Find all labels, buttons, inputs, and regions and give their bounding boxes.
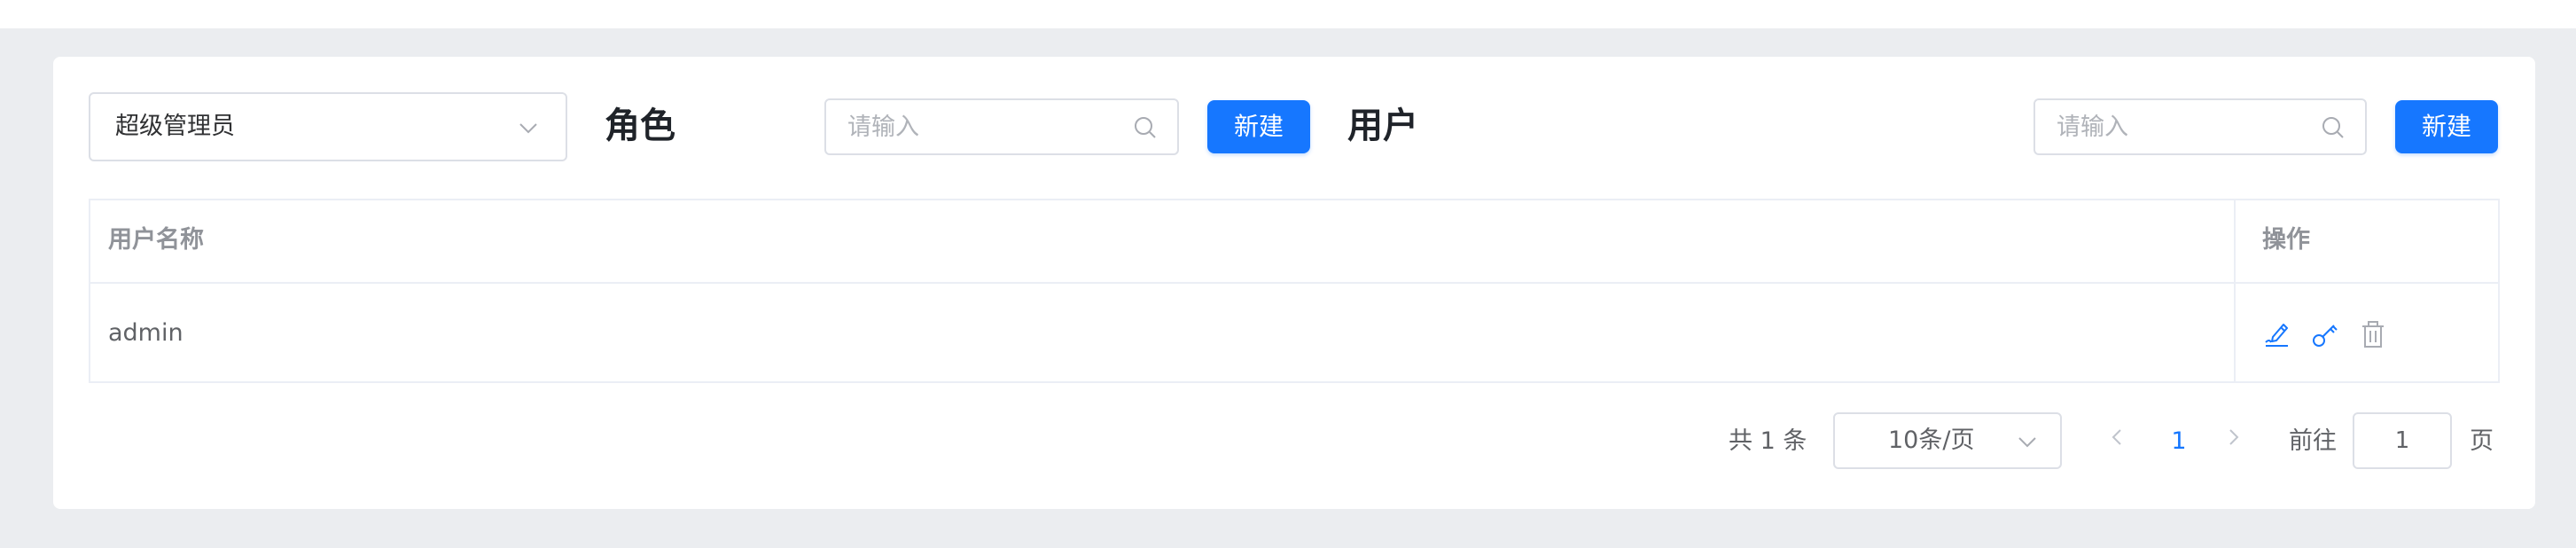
role-select-value: 超级管理员	[115, 113, 235, 140]
key-icon[interactable]	[2310, 319, 2340, 349]
prev-page-icon[interactable]	[2108, 427, 2127, 447]
search-icon[interactable]	[2321, 115, 2346, 140]
chevron-down-icon	[2018, 437, 2036, 448]
role-section-title: 角色	[605, 106, 675, 146]
column-header-actions: 操作	[2262, 226, 2310, 254]
delete-icon[interactable]	[2358, 319, 2388, 349]
page-size-value: 10条/页	[1888, 427, 1975, 454]
goto-page-input[interactable]	[2353, 412, 2452, 469]
column-divider	[2234, 200, 2236, 381]
role-search-input[interactable]	[847, 100, 1119, 153]
new-user-button[interactable]: 新建	[2395, 100, 2498, 153]
user-section-title: 用户	[1347, 106, 1418, 146]
page-number[interactable]: 1	[2168, 420, 2190, 463]
table-cell-username: admin	[108, 319, 183, 347]
column-header-username: 用户名称	[108, 226, 204, 254]
chevron-down-icon	[519, 123, 537, 134]
next-page-icon[interactable]	[2223, 427, 2243, 447]
user-search-field[interactable]	[2033, 98, 2367, 155]
role-select[interactable]: 超级管理员	[89, 92, 567, 161]
top-bar	[0, 0, 2576, 28]
goto-label: 前往	[2289, 427, 2337, 455]
user-search-input[interactable]	[2057, 100, 2307, 153]
role-search-field[interactable]	[824, 98, 1179, 155]
pagination-total: 共 1 条	[1729, 427, 1807, 455]
search-icon[interactable]	[1133, 115, 1158, 140]
new-role-button[interactable]: 新建	[1207, 100, 1310, 153]
page-suffix: 页	[2470, 427, 2494, 455]
users-table: 用户名称 操作 admin	[89, 199, 2500, 383]
edit-icon[interactable]	[2262, 319, 2292, 349]
page-size-select[interactable]: 10条/页	[1833, 412, 2062, 469]
table-header	[90, 200, 2498, 284]
